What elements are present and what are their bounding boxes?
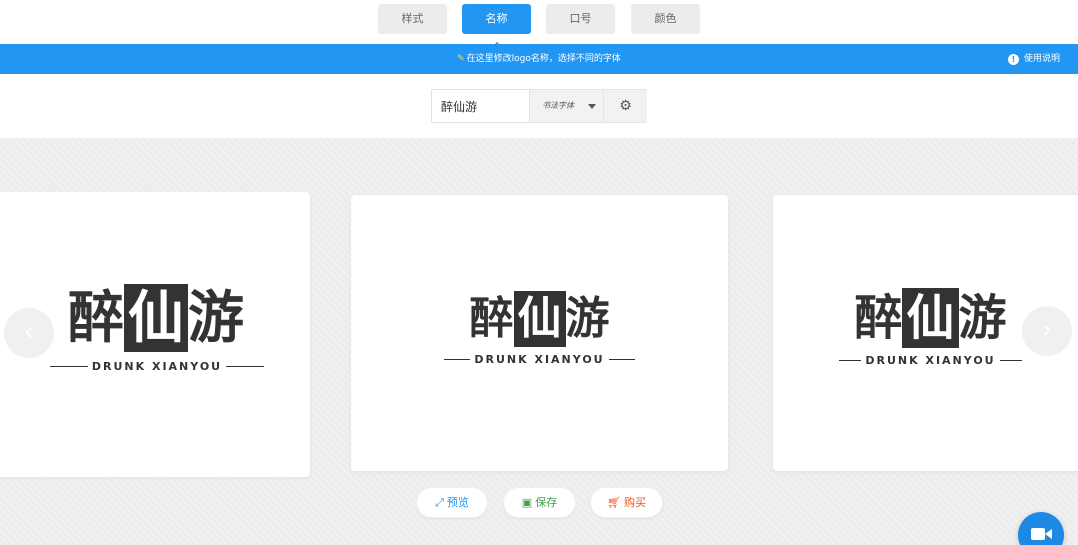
save-label: 保存 bbox=[535, 496, 558, 509]
logo-char-highlight: 仙 bbox=[124, 284, 188, 352]
font-dropdown-label: 书法字体 bbox=[542, 101, 574, 110]
divider bbox=[49, 366, 88, 367]
logo-char: 醉 bbox=[68, 285, 124, 351]
logo-name-input[interactable] bbox=[432, 90, 529, 122]
logo-subtitle: DRUNK XIANYOU bbox=[0, 360, 310, 373]
preview-label: 预览 bbox=[446, 496, 469, 509]
logo-char: 游 bbox=[188, 285, 244, 351]
settings-button[interactable]: ⚙ bbox=[603, 90, 647, 122]
save-icon: ▣ bbox=[521, 496, 533, 509]
logo-char-highlight: 仙 bbox=[902, 288, 959, 348]
logo-card-center[interactable]: 醉仙游 DRUNK XIANYOU bbox=[351, 195, 728, 471]
chevron-left-icon: ‹ bbox=[23, 317, 35, 347]
logo-preview: 醉仙游 DRUNK XIANYOU bbox=[351, 291, 728, 366]
logo-gallery: 醉仙游 DRUNK XIANYOU 醉仙游 DRUNK XIANYOU 醉仙游 … bbox=[0, 138, 1078, 545]
name-editor: 书法字体 ⚙ bbox=[431, 89, 647, 123]
hint-bar: ✎ 在这里修改logo名称，选择不同的字体 ! 使用说明 bbox=[0, 44, 1078, 74]
logo-char: 游 bbox=[958, 290, 1007, 346]
logo-subtitle: DRUNK XIANYOU bbox=[773, 354, 1078, 367]
tab-style[interactable]: 样式 bbox=[378, 4, 447, 34]
gear-icon: ⚙ bbox=[619, 98, 632, 114]
save-button[interactable]: ▣ 保存 bbox=[503, 487, 576, 518]
caret-down-icon bbox=[588, 104, 596, 109]
tab-slogan[interactable]: 口号 bbox=[546, 4, 615, 34]
logo-subtitle-text: DRUNK XIANYOU bbox=[91, 360, 223, 373]
logo-subtitle-text: DRUNK XIANYOU bbox=[474, 353, 605, 366]
logo-char-highlight: 仙 bbox=[513, 291, 566, 347]
info-icon: ! bbox=[1007, 54, 1019, 65]
divider bbox=[444, 359, 471, 360]
cart-icon: 🛒︎ bbox=[607, 496, 621, 509]
buy-button[interactable]: 🛒︎ 购买 bbox=[590, 487, 663, 518]
carousel-next-button[interactable]: › bbox=[1022, 306, 1072, 356]
divider bbox=[608, 359, 635, 360]
tab-bar: 样式 名称 口号 颜色 bbox=[0, 0, 1078, 44]
logo-subtitle: DRUNK XIANYOU bbox=[351, 353, 728, 366]
logo-char: 游 bbox=[565, 293, 610, 344]
preview-button[interactable]: ⤢ 预览 bbox=[416, 487, 488, 518]
divider bbox=[839, 360, 862, 361]
hint-text: 在这里修改logo名称，选择不同的字体 bbox=[466, 54, 621, 64]
help-link[interactable]: ! 使用说明 bbox=[1007, 44, 1060, 74]
tab-name[interactable]: 名称 bbox=[462, 4, 531, 34]
logo-wordmark: 醉仙游 bbox=[854, 288, 1007, 348]
hint-message: ✎ 在这里修改logo名称，选择不同的字体 bbox=[0, 44, 1078, 74]
help-label: 使用说明 bbox=[1023, 54, 1060, 64]
carousel-prev-button[interactable]: ‹ bbox=[4, 308, 54, 358]
expand-icon: ⤢ bbox=[435, 496, 444, 509]
lightbulb-icon: ✎ bbox=[457, 54, 465, 64]
divider bbox=[999, 360, 1022, 361]
divider bbox=[226, 366, 265, 367]
logo-subtitle-text: DRUNK XIANYOU bbox=[865, 354, 996, 367]
logo-char: 醉 bbox=[854, 290, 903, 346]
font-dropdown[interactable]: 书法字体 bbox=[529, 90, 603, 122]
tab-color[interactable]: 颜色 bbox=[631, 4, 700, 34]
logo-wordmark: 醉仙游 bbox=[470, 291, 610, 347]
logo-wordmark: 醉仙游 bbox=[46, 284, 244, 352]
chevron-right-icon: › bbox=[1041, 315, 1053, 345]
buy-label: 购买 bbox=[623, 496, 646, 509]
logo-char: 醉 bbox=[469, 293, 514, 344]
